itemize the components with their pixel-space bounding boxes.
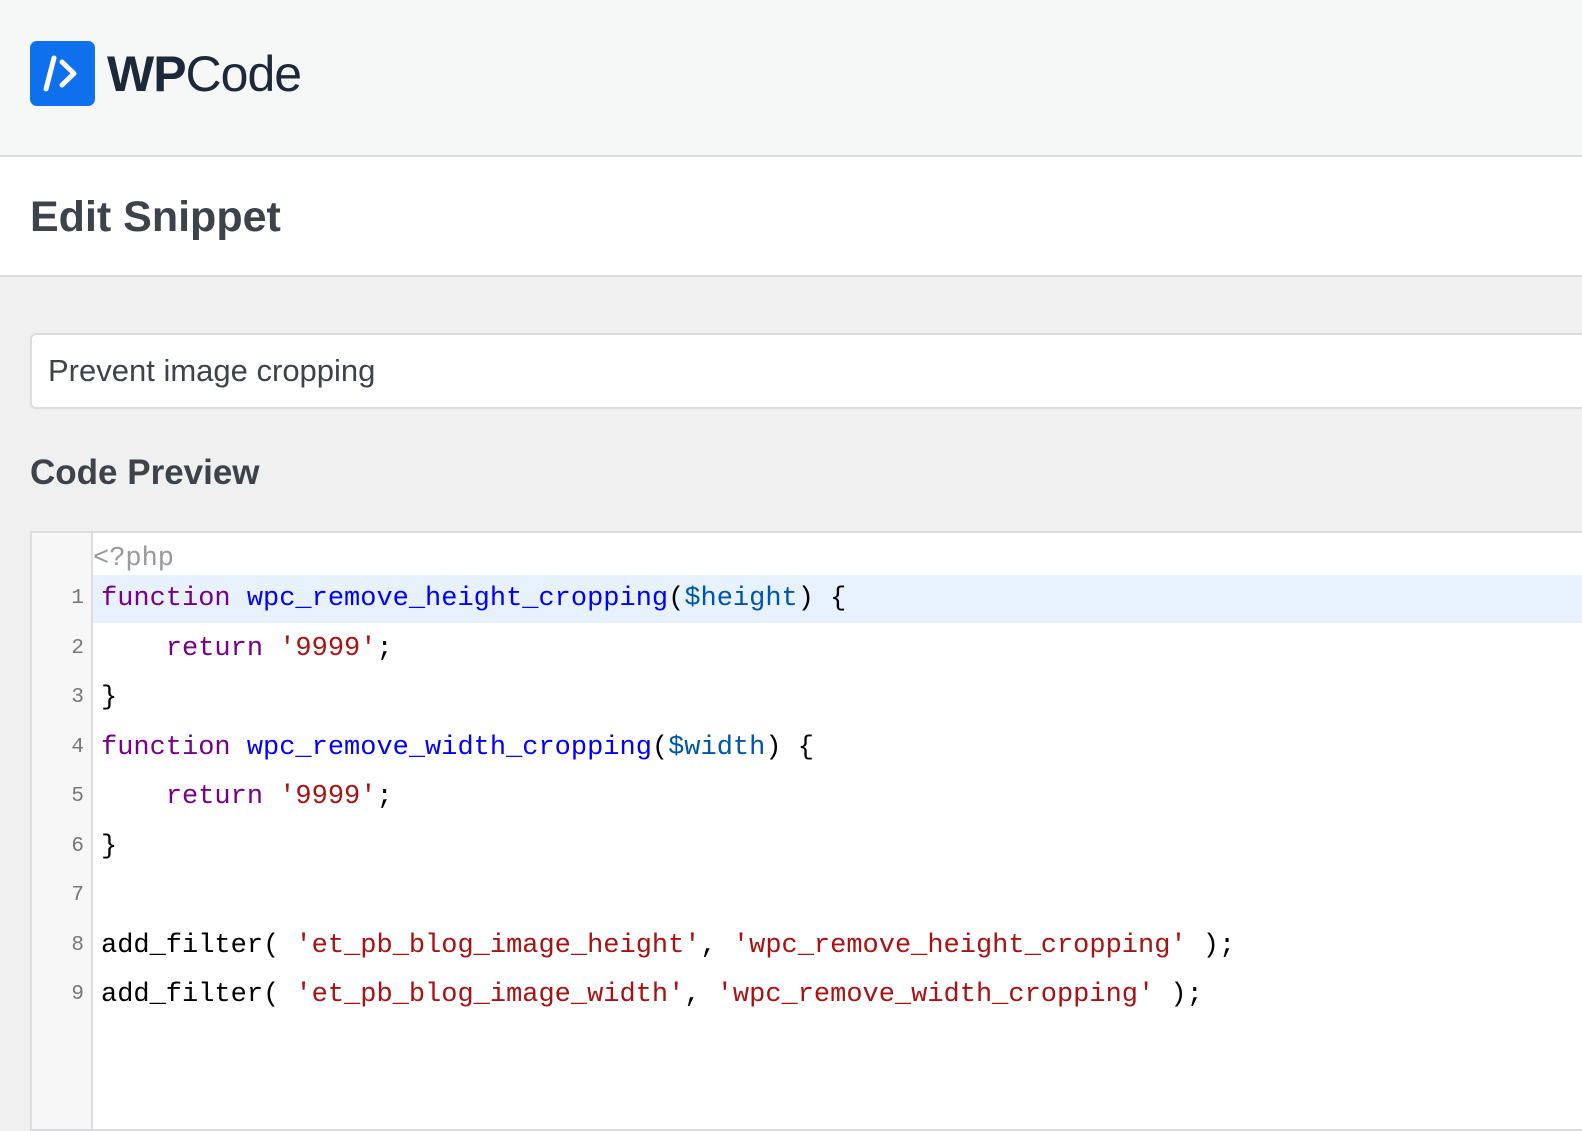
page-title: Edit Snippet (30, 193, 281, 241)
code-token: wpc_remove_width_cropping (230, 732, 652, 763)
code-token: ( (651, 732, 669, 763)
line-number: 9 (71, 983, 84, 1006)
code-token: 'wpc_remove_width_cropping' (716, 980, 1155, 1010)
code-line[interactable]: 9 add_filter( 'et_pb_blog_image_width', '… (32, 971, 1582, 1019)
wpcode-logo-icon[interactable] (30, 41, 95, 106)
code-token: ) { (797, 584, 847, 614)
code-editor[interactable]: <?php 1 function wpc_remove_height_croppi… (30, 531, 1582, 1131)
code-line[interactable]: 6} (32, 823, 1582, 871)
code-token: '9999' (279, 782, 377, 812)
code-token: return (165, 633, 264, 664)
code-line[interactable]: 3} (32, 674, 1582, 722)
code-text: } (93, 823, 1582, 871)
code-token: 'et_pb_blog_image_height' (295, 930, 701, 961)
code-token: add_filter( (101, 980, 296, 1010)
code-line[interactable]: 7 (32, 872, 1582, 920)
code-token: ; (376, 633, 393, 664)
code-token: $width (668, 732, 766, 763)
code-token: add_filter( (101, 930, 296, 961)
code-token: } (101, 831, 118, 862)
code-token: function (101, 584, 231, 614)
code-token: wpc_remove_height_cropping (230, 584, 669, 614)
line-number: 1 (71, 587, 84, 610)
code-token: } (101, 683, 118, 713)
code-text: add_filter( 'et_pb_blog_image_width', 'w… (93, 971, 1582, 1019)
code-token: return (165, 782, 264, 812)
code-token: ) { (765, 732, 814, 763)
logo-text-bold: WP (107, 46, 187, 102)
line-number: 6 (71, 834, 84, 858)
code-text: return '9999'; (93, 773, 1582, 821)
line-number: 4 (71, 735, 84, 759)
wpcode-logo-text[interactable]: WPCode (107, 44, 303, 104)
code-line[interactable]: 4 function wpc_remove_width_cropping($wid… (32, 724, 1582, 772)
code-token: $height (684, 584, 798, 614)
code-token: ( (668, 584, 685, 614)
code-token: '9999' (279, 633, 377, 664)
code-line[interactable]: 2 return '9999'; (32, 625, 1582, 673)
line-number: 7 (71, 884, 84, 907)
code-token: 'wpc_remove_height_cropping' (732, 930, 1187, 961)
code-token: function (101, 732, 231, 763)
line-number: 8 (71, 933, 84, 957)
snippet-title-input[interactable] (30, 333, 1582, 409)
code-text: function wpc_remove_height_cropping($hei… (93, 575, 1582, 623)
code-token: , (700, 930, 733, 961)
line-number: 3 (71, 686, 84, 709)
top-header: WPCode (0, 0, 1582, 157)
code-token: 'et_pb_blog_image_width' (295, 980, 685, 1010)
logo-text-regular: Code (185, 46, 303, 102)
code-text: return '9999'; (93, 625, 1582, 673)
line-number: 5 (71, 785, 84, 808)
code-line[interactable]: 5 return '9999'; (32, 773, 1582, 821)
code-text: } (93, 674, 1582, 722)
code-text: add_filter( 'et_pb_blog_image_height', '… (93, 922, 1582, 970)
code-text: function wpc_remove_width_cropping($widt… (93, 724, 1582, 772)
code-preview-heading: Code Preview (30, 453, 260, 492)
code-token: ); (1154, 980, 1203, 1010)
code-token: ); (1186, 930, 1236, 961)
code-token: ; (376, 782, 393, 812)
code-line[interactable]: 1 function wpc_remove_height_cropping($he… (32, 575, 1582, 623)
code-token: , (684, 980, 717, 1010)
line-number: 2 (71, 636, 84, 660)
code-line[interactable]: 8 add_filter( 'et_pb_blog_image_height', … (32, 922, 1582, 970)
